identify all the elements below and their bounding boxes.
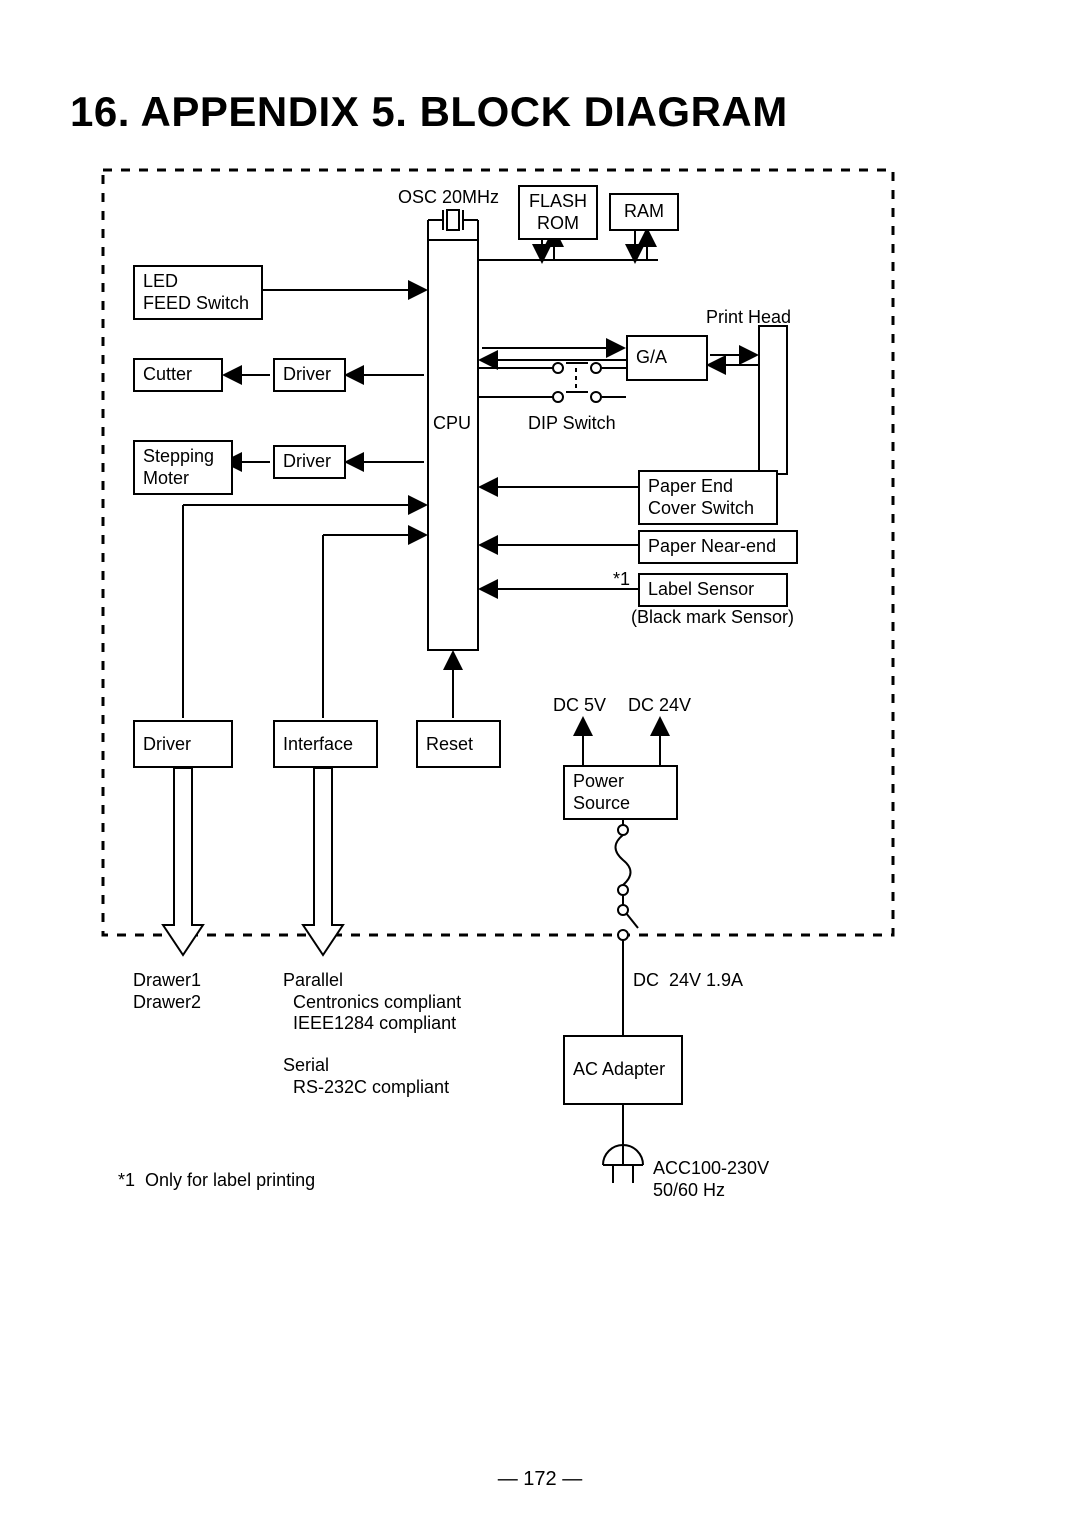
ga-box: G/A xyxy=(626,335,708,381)
dip-switch-label: DIP Switch xyxy=(528,413,616,435)
paper-near-end-box: Paper Near-end xyxy=(638,530,798,564)
serial-label: Serial RS-232C compliant xyxy=(283,1055,449,1098)
led-feed-box: LED FEED Switch xyxy=(133,265,263,320)
stepping-motor-box: Stepping Moter xyxy=(133,440,233,495)
page-title: 16. APPENDIX 5. BLOCK DIAGRAM xyxy=(70,88,1010,136)
power-source-box: Power Source xyxy=(563,765,678,820)
star1: *1 xyxy=(613,569,630,591)
reset-box: Reset xyxy=(416,720,501,768)
dc24-1p9a-label: DC 24V 1.9A xyxy=(633,970,743,992)
ram-box: RAM xyxy=(609,193,679,231)
flash-rom-box: FLASH ROM xyxy=(518,185,598,240)
label-sensor-box: Label Sensor xyxy=(638,573,788,607)
block-diagram: OSC 20MHz FLASH ROM RAM LED FEED Switch … xyxy=(98,165,898,1265)
driver2-box: Driver xyxy=(273,445,346,479)
cpu-label: CPU xyxy=(433,413,471,435)
acc-label: ACC100-230V 50/60 Hz xyxy=(653,1158,769,1201)
ac-adapter-box: AC Adapter xyxy=(563,1035,683,1105)
osc-label: OSC 20MHz xyxy=(398,187,499,209)
interface-box: Interface xyxy=(273,720,378,768)
black-mark-label: (Black mark Sensor) xyxy=(631,607,794,629)
cutter-box: Cutter xyxy=(133,358,223,392)
paper-end-box: Paper End Cover Switch xyxy=(638,470,778,525)
page-footer: — 172 — xyxy=(0,1468,1080,1491)
dc24v-label: DC 24V xyxy=(628,695,691,717)
parallel-label: Parallel Centronics compliant IEEE1284 c… xyxy=(283,970,461,1035)
driver3-box: Driver xyxy=(133,720,233,768)
print-head-box xyxy=(758,325,788,475)
driver1-box: Driver xyxy=(273,358,346,392)
drawer-label: Drawer1 Drawer2 xyxy=(133,970,201,1013)
footnote: *1 Only for label printing xyxy=(118,1170,315,1192)
dc5v-label: DC 5V xyxy=(553,695,606,717)
